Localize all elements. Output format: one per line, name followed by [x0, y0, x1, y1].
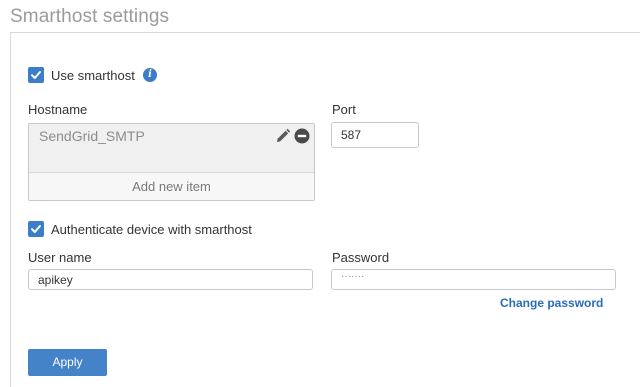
- pencil-icon[interactable]: [275, 128, 291, 144]
- password-input[interactable]: [331, 269, 616, 290]
- change-password-link[interactable]: Change password: [500, 296, 603, 310]
- remove-icon[interactable]: [294, 128, 310, 144]
- hostname-label: Hostname: [28, 102, 88, 117]
- settings-panel: [10, 32, 640, 387]
- checkmark-icon: [31, 225, 41, 233]
- authenticate-checkbox[interactable]: [28, 221, 44, 237]
- port-input[interactable]: [331, 122, 419, 148]
- checkmark-icon: [31, 71, 41, 79]
- use-smarthost-label: Use smarthost: [51, 68, 135, 83]
- username-label: User name: [28, 250, 92, 265]
- password-label: Password: [332, 250, 390, 265]
- hostname-list: SendGrid_SMTP Add new item: [28, 123, 315, 201]
- info-icon[interactable]: i: [143, 68, 157, 82]
- add-new-item-button[interactable]: Add new item: [29, 172, 314, 200]
- list-item[interactable]: SendGrid_SMTP: [29, 124, 314, 172]
- port-label: Port: [332, 102, 356, 117]
- password-mask: ·······: [341, 271, 365, 282]
- authenticate-label: Authenticate device with smarthost: [51, 222, 252, 237]
- apply-button[interactable]: Apply: [28, 349, 107, 376]
- use-smarthost-checkbox[interactable]: [28, 67, 44, 83]
- section-title: Smarthost settings: [10, 6, 170, 27]
- username-input[interactable]: [28, 269, 313, 290]
- list-item-label: SendGrid_SMTP: [39, 128, 145, 144]
